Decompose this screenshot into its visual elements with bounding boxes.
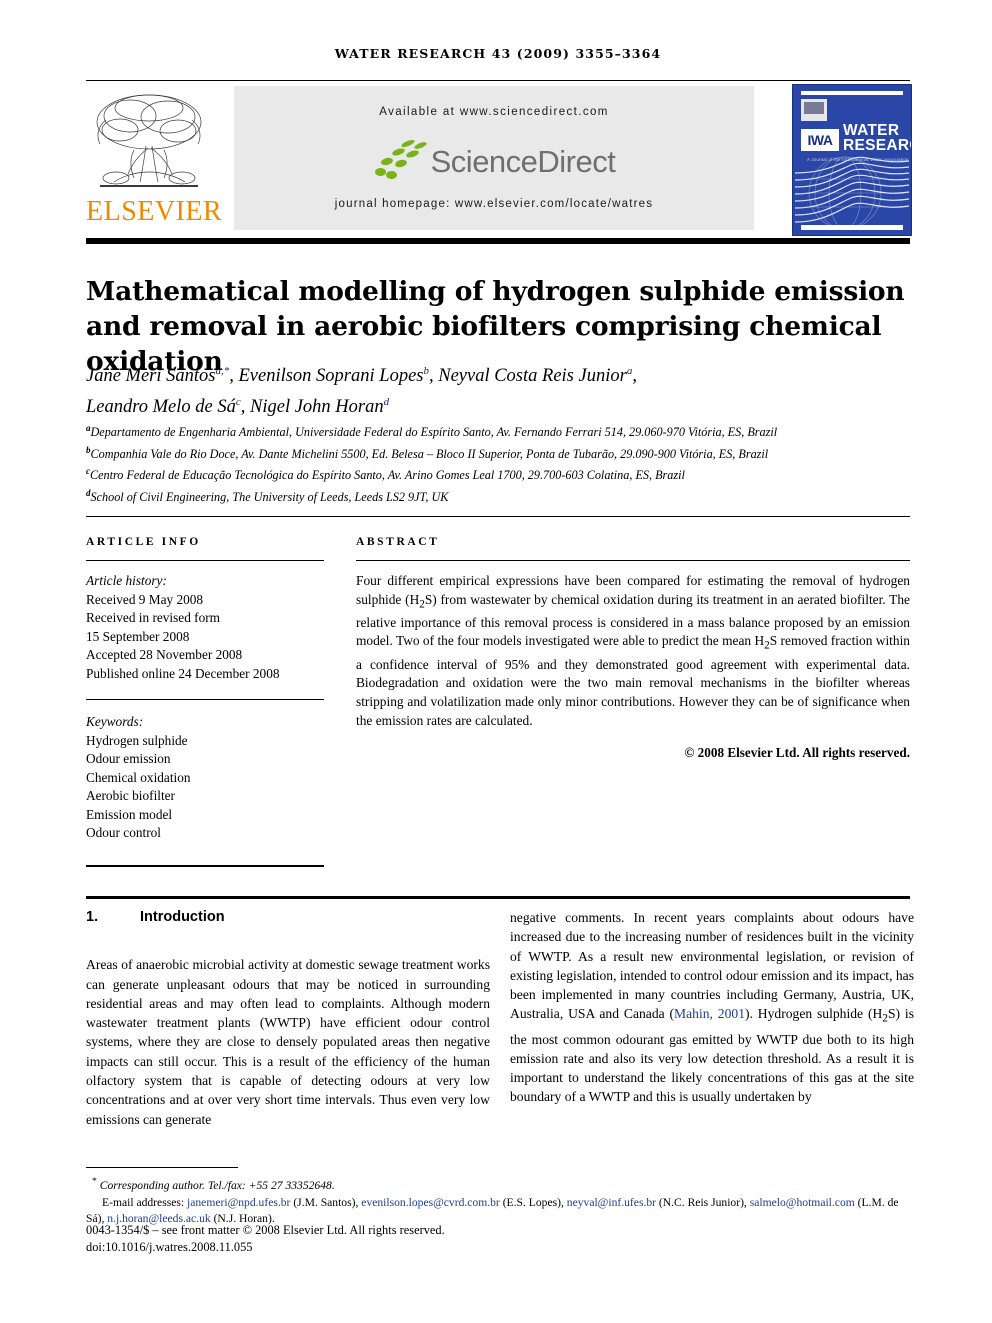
masthead: ELSEVIER Available at www.sciencedirect.… xyxy=(86,84,912,236)
email-owner: (E.S. Lopes), xyxy=(499,1196,564,1210)
info-block-bottom-rule xyxy=(86,864,324,867)
article-history-item: Published online 24 December 2008 xyxy=(86,665,280,681)
keywords-label: Keywords: xyxy=(86,714,144,729)
article-info-column: ARTICLE INFO Article history: Received 9… xyxy=(86,536,324,867)
author-line-2: Leandro Melo de Sác, Nigel John Horand xyxy=(86,396,390,418)
elsevier-logo: ELSEVIER xyxy=(86,84,223,234)
sciencedirect-banner: Available at www.sciencedirect.com Scien… xyxy=(234,86,754,230)
abstract-block-bottom-rule xyxy=(86,896,910,899)
email-label: E-mail addresses: xyxy=(102,1196,185,1210)
author-name: Neyval Costa Reis Junior xyxy=(438,366,627,387)
cover-bottom-bar xyxy=(801,225,903,230)
author-name: Evenilson Soprani Lopes xyxy=(238,366,424,387)
email-link[interactable]: janemeri@npd.ufes.br xyxy=(187,1196,290,1209)
author-name: Leandro Melo de Sá xyxy=(86,397,236,418)
corresponding-marker: * xyxy=(92,1176,97,1187)
issn-line: 0043-1354/$ – see front matter © 2008 El… xyxy=(86,1223,445,1237)
footnote-rule xyxy=(86,1167,238,1168)
author-affiliation-marker: a xyxy=(626,365,633,377)
elsevier-tree-icon xyxy=(90,86,208,198)
affiliation-text: Centro Federal de Educação Tecnológica d… xyxy=(90,468,685,483)
article-history-item: 15 September 2008 xyxy=(86,628,190,644)
available-at-text: Available at www.sciencedirect.com xyxy=(379,106,609,118)
keyword-item: Odour control xyxy=(86,825,161,840)
article-history-item: Accepted 28 November 2008 xyxy=(86,647,243,662)
sciencedirect-leaf-icon xyxy=(373,138,428,183)
author-name: Jane Meri Santos xyxy=(86,366,216,387)
intro-paragraph-right: negative comments. In recent years compl… xyxy=(510,908,914,1107)
intro-paragraph-left: Areas of anaerobic microbial activity at… xyxy=(86,957,490,1127)
author-line-1: Jane Meri Santosa,*, Evenilson Soprani L… xyxy=(86,365,637,387)
abstract-heading: ABSTRACT xyxy=(356,536,440,548)
email-link[interactable]: neyval@inf.ufes.br xyxy=(567,1196,656,1209)
abstract-column: ABSTRACT Four different empirical expres… xyxy=(356,536,910,761)
email-link[interactable]: evenilson.lopes@cvrd.com.br xyxy=(361,1196,500,1209)
article-history-item: Received 9 May 2008 xyxy=(86,591,204,607)
intro-right-part-1: negative comments. In recent years compl… xyxy=(510,910,914,1022)
author-affiliation-marker: c xyxy=(235,396,241,409)
section-number: 1. xyxy=(86,909,99,925)
imprint-block: 0043-1354/$ – see front matter © 2008 El… xyxy=(86,1222,910,1256)
keywords-block: Keywords: Hydrogen sulphide Odour emissio… xyxy=(86,713,324,843)
author-affiliation-marker: d xyxy=(383,396,390,409)
affiliation-text: Companhia Vale do Rio Doce, Av. Dante Mi… xyxy=(90,446,769,461)
email-link[interactable]: salmelo@hotmail.com xyxy=(750,1196,855,1209)
cover-elsevier-badge xyxy=(801,99,827,121)
keyword-item: Odour emission xyxy=(86,751,171,766)
body-column-right: negative comments. In recent years compl… xyxy=(510,908,914,1107)
author-list: Jane Meri Santosa,*, Evenilson Soprani L… xyxy=(86,358,916,420)
article-history-label: Article history: xyxy=(86,573,167,588)
intro-right-part-2: ). Hydrogen sulphide (H xyxy=(745,1006,883,1022)
article-info-heading: ARTICLE INFO xyxy=(86,536,201,548)
cover-title-line1: WATER xyxy=(843,122,900,139)
affiliation-list: aDepartamento de Engenharia Ambiental, U… xyxy=(86,420,916,506)
keywords-divider xyxy=(86,699,324,700)
abstract-copyright: © 2008 Elsevier Ltd. All rights reserved… xyxy=(684,745,910,761)
body-column-left: 1. Introduction Areas of anaerobic microb… xyxy=(86,908,490,1129)
journal-cover-image: IWA WATER RESEARCH A Journal of the Inte… xyxy=(792,84,912,236)
section-heading-introduction: 1. Introduction xyxy=(86,908,490,927)
article-history-item: Received in revised form xyxy=(86,610,221,625)
affiliation-text: School of Civil Engineering, The Univers… xyxy=(90,489,449,504)
affiliation-item: cCentro Federal de Educação Tecnológica … xyxy=(86,463,916,485)
masthead-top-rule xyxy=(86,80,910,81)
email-owner: (J.M. Santos), xyxy=(290,1196,359,1210)
sciencedirect-wordmark: ScienceDirect xyxy=(430,144,616,179)
doi-line: doi:10.1016/j.watres.2008.11.055 xyxy=(86,1240,253,1254)
abstract-divider xyxy=(356,560,910,561)
author-affiliation-marker: b xyxy=(423,365,429,377)
citation-link[interactable]: Mahin, 2001 xyxy=(674,1006,745,1021)
keyword-item: Emission model xyxy=(86,806,173,822)
iwa-logo: IWA xyxy=(801,129,839,151)
running-head: WATER RESEARCH 43 (2009) 3355–3364 xyxy=(334,46,662,61)
article-info-divider xyxy=(86,560,324,561)
elsevier-wordmark: ELSEVIER xyxy=(86,196,223,227)
section-title: Introduction xyxy=(140,909,225,925)
affiliation-item: dSchool of Civil Engineering, The Univer… xyxy=(86,485,916,507)
abstract-text: Four different empirical expressions hav… xyxy=(356,572,910,730)
keyword-item: Hydrogen sulphide xyxy=(86,732,188,748)
article-first-page: WATER RESEARCH 43 (2009) 3355–3364 ELSEV… xyxy=(0,0,992,1323)
keyword-item: Chemical oxidation xyxy=(86,769,191,785)
corresponding-text: Corresponding author. Tel./fax: +55 27 3… xyxy=(99,1178,335,1192)
cover-top-bar xyxy=(801,91,903,95)
sciencedirect-logo: ScienceDirect xyxy=(234,138,754,186)
journal-homepage-text: journal homepage: www.elsevier.com/locat… xyxy=(334,198,654,210)
keyword-item: Aerobic biofilter xyxy=(86,788,175,803)
author-affiliation-marker: a,* xyxy=(215,365,230,377)
footnote-block: * Corresponding author. Tel./fax: +55 27… xyxy=(86,1174,910,1227)
info-block-top-rule xyxy=(86,516,910,517)
author-name: Nigel John Horan xyxy=(250,397,384,418)
masthead-bottom-rule xyxy=(86,238,910,244)
cover-wave-graphic xyxy=(794,156,910,230)
article-history: Article history: Received 9 May 2008 Rece… xyxy=(86,572,324,683)
affiliation-item: bCompanhia Vale do Rio Doce, Av. Dante M… xyxy=(86,442,916,464)
corresponding-author-note: * Corresponding author. Tel./fax: +55 27… xyxy=(86,1174,910,1193)
email-owner: (N.C. Reis Junior), xyxy=(656,1196,747,1210)
affiliation-text: Departamento de Engenharia Ambiental, Un… xyxy=(90,425,778,440)
affiliation-item: aDepartamento de Engenharia Ambiental, U… xyxy=(86,420,916,442)
